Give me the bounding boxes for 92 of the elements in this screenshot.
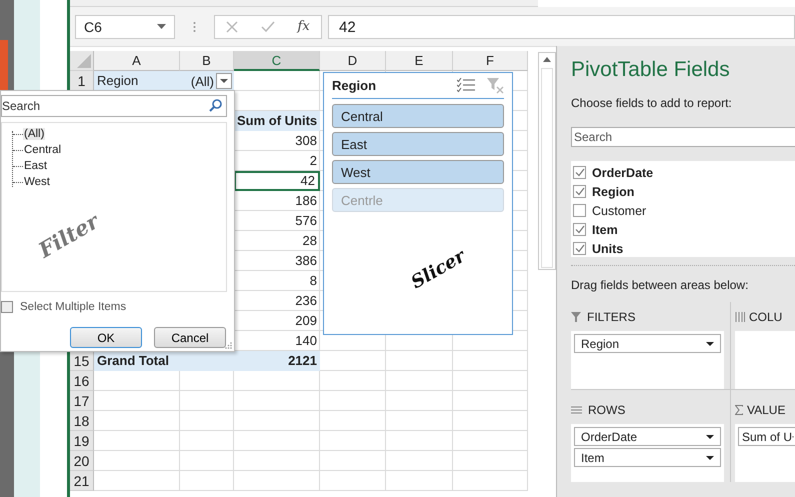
caret-icon (706, 456, 714, 460)
search-icon (209, 99, 222, 112)
table-cell: Region (94, 71, 180, 91)
insert-function-button[interactable]: fx (298, 19, 310, 34)
area-title: ROWS (588, 403, 626, 417)
area-title: FILTERS (587, 310, 636, 324)
areas-hint: Drag fields between areas below: (571, 278, 750, 292)
table-cell: Grand Total (94, 351, 234, 371)
row-header[interactable]: 16 (70, 371, 94, 391)
table-cell-text: 386 (294, 252, 318, 270)
multi-select-icon[interactable] (457, 78, 475, 93)
filter-item[interactable]: (All) (23, 128, 46, 140)
field-label[interactable]: Item (592, 222, 618, 236)
name-box[interactable]: C6 (75, 14, 175, 38)
area-drop-zone[interactable]: Sum of U (735, 424, 795, 482)
slicer-item[interactable]: East (332, 132, 504, 156)
grip-icon (193, 20, 196, 32)
field-dropdown[interactable]: Sum of U (738, 427, 795, 446)
area-drop-zone[interactable]: Region (571, 331, 724, 389)
table-cell-text: 28 (302, 232, 318, 250)
field-label[interactable]: Region (592, 184, 634, 198)
caret-icon (706, 342, 714, 346)
panel-subtitle: Choose fields to add to report: (571, 96, 733, 110)
row-header[interactable]: 18 (70, 411, 94, 431)
checkbox[interactable] (573, 185, 586, 198)
search-field[interactable]: Search (571, 127, 795, 147)
row-header[interactable]: 19 (70, 431, 94, 451)
field-dropdown[interactable]: OrderDate (574, 427, 721, 446)
area-title: VALUE (747, 403, 786, 417)
table-cell-text: 2 (308, 152, 318, 170)
field-label[interactable]: OrderDate (592, 166, 654, 180)
checkbox-label[interactable]: Select Multiple Items (20, 301, 126, 313)
scroll-up-icon[interactable] (543, 57, 551, 62)
slicer-item[interactable]: West (332, 160, 504, 184)
column-header[interactable]: F (453, 51, 528, 71)
columns-icon (735, 312, 745, 322)
table-cell-text: 140 (294, 332, 318, 350)
column-header[interactable]: C (234, 51, 320, 71)
row-header[interactable]: 15 (70, 351, 94, 371)
table-cell-text: (All) (190, 72, 214, 90)
filter-item[interactable]: West (23, 176, 51, 188)
caret-icon (220, 79, 228, 83)
field-label[interactable]: Customer (592, 204, 646, 218)
slicer-title: Region (332, 78, 378, 93)
table-cell-text: 236 (294, 292, 318, 310)
checkbox[interactable] (573, 166, 586, 179)
formula-field[interactable]: 42 (328, 14, 795, 38)
dialog-button[interactable]: OK (70, 327, 142, 348)
check-icon[interactable] (260, 20, 275, 32)
area-drop-zone[interactable]: OrderDate Item (571, 424, 724, 482)
vertical-scrollbar[interactable] (538, 52, 556, 270)
clear-filter-icon[interactable] (487, 78, 504, 94)
cancel-icon[interactable] (226, 20, 238, 32)
table-cell-text: 308 (294, 132, 318, 150)
panel-title: PivotTable Fields (571, 58, 731, 82)
table-cell: Sum of Units (234, 111, 320, 131)
search-field[interactable]: Search (1, 95, 227, 117)
field-dropdown[interactable]: Item (574, 448, 721, 467)
select-all-corner[interactable] (70, 51, 94, 71)
filter-item[interactable]: Central (23, 144, 62, 156)
filter-dropdown-button[interactable] (216, 73, 232, 89)
slicer-item[interactable]: Central (332, 104, 504, 128)
caret-icon (706, 434, 714, 438)
resize-grip-icon[interactable] (225, 342, 232, 349)
area-title: COLU (749, 310, 782, 324)
checkbox[interactable] (573, 204, 586, 217)
filter-item[interactable]: East (23, 160, 48, 172)
column-header[interactable]: B (180, 51, 234, 71)
checkbox[interactable] (1, 301, 13, 313)
table-cell-text: 8 (308, 272, 318, 290)
column-header[interactable]: E (386, 51, 453, 71)
table-cell-text: 576 (294, 212, 318, 230)
rows-icon (571, 406, 582, 414)
table-cell: 42 (234, 171, 320, 191)
table-cell: 2121 (234, 351, 320, 371)
row-header[interactable]: 20 (70, 451, 94, 471)
field-dropdown[interactable]: Region (574, 334, 721, 353)
field-label[interactable]: Units (592, 242, 624, 256)
column-header[interactable]: A (94, 51, 180, 71)
scroll-thumb[interactable] (541, 68, 553, 268)
checkbox[interactable] (573, 223, 586, 236)
sigma-icon (735, 405, 743, 415)
table-cell-text: 209 (294, 312, 318, 330)
dialog-button[interactable]: Cancel (154, 327, 226, 348)
row-header[interactable]: 17 (70, 391, 94, 411)
filter-icon (571, 312, 581, 322)
row-header[interactable]: 21 (70, 471, 94, 491)
table-cell-text: 186 (294, 192, 318, 210)
checkbox[interactable] (573, 242, 586, 255)
caret-icon (157, 24, 166, 29)
column-header[interactable]: D (320, 51, 386, 71)
row-header[interactable]: 1 (70, 71, 94, 91)
